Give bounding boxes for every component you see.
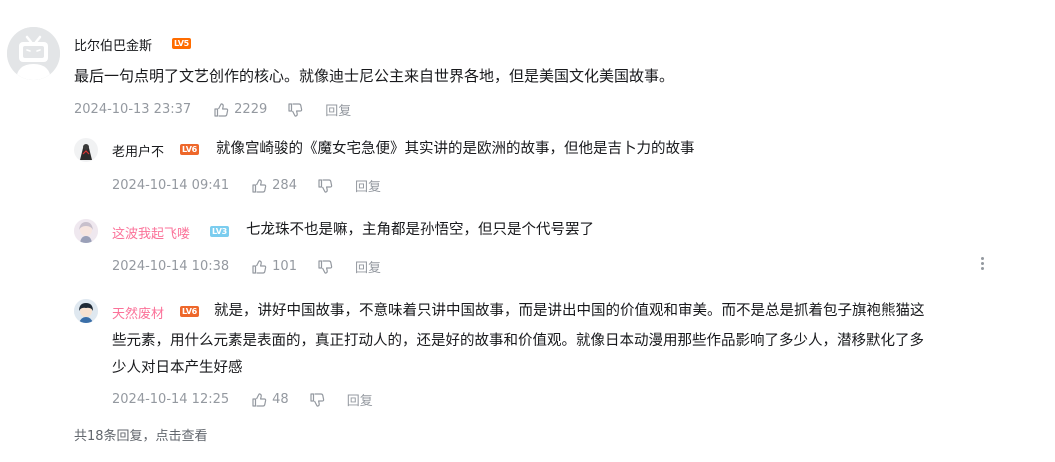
level-badge: LV6	[180, 144, 199, 155]
reply-avatar[interactable]	[74, 138, 98, 162]
view-all-replies-link[interactable]: 共18条回复，点击查看	[74, 425, 208, 444]
dislike-button[interactable]	[287, 102, 303, 118]
reply-content: 就像宫崎骏的《魔女宅急便》其实讲的是欧洲的故事，但他是吉卜力的故事	[216, 141, 695, 157]
thumbs-down-icon	[288, 102, 303, 117]
reply-time: 2024-10-14 12:25	[112, 392, 230, 407]
reply-time: 2024-10-14 09:41	[112, 178, 230, 193]
avatar-image	[74, 138, 98, 162]
avatar-image	[74, 299, 98, 323]
avatar[interactable]	[7, 27, 60, 80]
like-count: 284	[272, 178, 297, 193]
thumbs-down-icon	[310, 392, 324, 407]
like-count: 48	[272, 392, 289, 407]
thumbs-up-icon	[252, 259, 267, 274]
reply-meta: 2024-10-14 10:38 101 回复	[112, 257, 381, 276]
reply-content: 七龙珠不也是嘛，主角都是孙悟空，但只是个代号罢了	[246, 222, 594, 238]
reply-avatar[interactable]	[74, 299, 98, 323]
thumbs-up-icon	[214, 102, 229, 117]
level-badge: LV5	[172, 38, 191, 49]
reply-username[interactable]: 这波我起飞喽	[112, 223, 190, 242]
reply-time: 2024-10-14 10:38	[112, 259, 230, 274]
thumbs-up-icon	[252, 392, 267, 407]
username[interactable]: 比尔伯巴金斯	[74, 35, 152, 54]
like-count: 101	[272, 259, 297, 274]
like-button[interactable]: 2229	[213, 102, 267, 118]
reply-button[interactable]: 回复	[355, 257, 381, 276]
reply-content-line-2: 些元素，用什么元素是表面的，真正打动人的，还是好的故事和价值观。就像日本动漫用那…	[112, 333, 924, 349]
level-badge: LV6	[180, 306, 199, 317]
reply-username[interactable]: 天然废材	[112, 303, 164, 322]
reply-button[interactable]: 回复	[355, 176, 381, 195]
reply-username[interactable]: 老用户不	[112, 141, 164, 160]
dislike-button[interactable]	[309, 392, 325, 408]
reply-meta: 2024-10-14 09:41 284 回复	[112, 176, 381, 195]
thumbs-down-icon	[318, 259, 333, 274]
reply-content-line-1: 就是，讲好中国故事，不意味着只讲中国故事，而是讲出中国的价值观和审美。而不是总是…	[214, 303, 925, 319]
reply-button[interactable]: 回复	[325, 100, 351, 119]
like-button[interactable]: 284	[251, 178, 297, 194]
reply-button[interactable]: 回复	[347, 390, 373, 409]
thumbs-up-icon	[252, 178, 267, 193]
comment-meta: 2024-10-13 23:37 2229 回复	[74, 100, 351, 119]
bilibili-tv-avatar-icon	[7, 27, 60, 80]
comment-content: 最后一句点明了文艺创作的核心。就像迪士尼公主来自世界各地，但是美国文化美国故事。	[74, 67, 675, 85]
more-vertical-icon[interactable]	[976, 256, 988, 272]
reply-meta: 2024-10-14 12:25 48 回复	[112, 390, 373, 409]
like-count: 2229	[234, 102, 268, 117]
like-button[interactable]: 48	[251, 392, 289, 408]
thumbs-down-icon	[318, 178, 333, 193]
like-button[interactable]: 101	[251, 259, 297, 275]
reply-content-line-3: 少人对日本产生好感	[112, 360, 243, 376]
dislike-button[interactable]	[317, 178, 333, 194]
reply-avatar[interactable]	[74, 219, 98, 243]
avatar-image	[74, 219, 98, 243]
dislike-button[interactable]	[317, 259, 333, 275]
level-badge: LV3	[210, 226, 229, 237]
comment-time: 2024-10-13 23:37	[74, 102, 192, 117]
